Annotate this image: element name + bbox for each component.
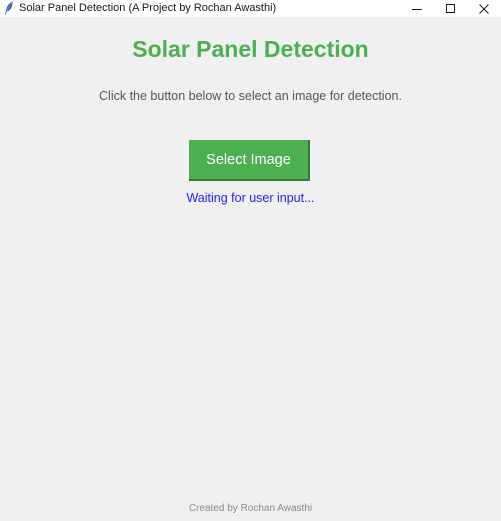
status-label: Waiting for user input... [186, 191, 315, 205]
title-bar[interactable]: Solar Panel Detection (A Project by Roch… [0, 0, 501, 17]
close-icon [479, 3, 489, 14]
minimize-icon [412, 4, 422, 14]
instruction-text: Click the button below to select an imag… [99, 89, 402, 103]
feather-icon [4, 1, 14, 15]
app-window: Solar Panel Detection (A Project by Roch… [0, 0, 501, 521]
maximize-icon [446, 3, 456, 14]
footer-credit: Created by Rochan Awasthi [188, 503, 313, 514]
maximize-button[interactable] [434, 0, 468, 17]
page-title: Solar Panel Detection [132, 36, 369, 62]
minimize-button[interactable] [400, 0, 434, 17]
select-image-button[interactable]: Select Image [189, 140, 310, 181]
close-button[interactable] [467, 0, 501, 17]
window-title: Solar Panel Detection (A Project by Roch… [19, 2, 277, 14]
